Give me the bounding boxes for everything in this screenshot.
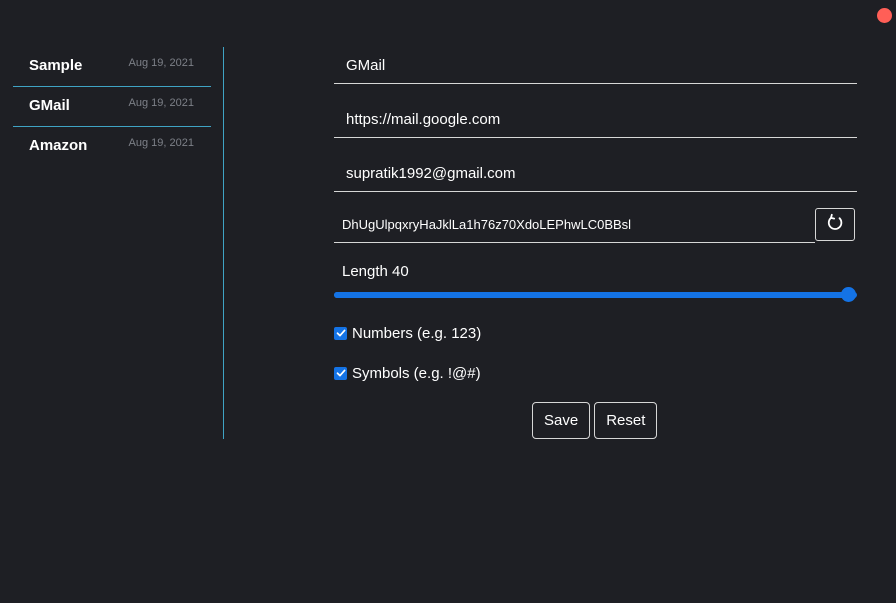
checkmark-icon (336, 329, 345, 337)
password-field-wrapper (334, 208, 815, 243)
save-button[interactable]: Save (532, 402, 591, 439)
password-field[interactable] (334, 208, 815, 241)
title-field[interactable] (334, 47, 857, 83)
title-field-wrapper (334, 47, 857, 84)
length-label: Length 40 (342, 263, 409, 280)
entry-list: Sample Aug 19, 2021 GMail Aug 19, 2021 A… (13, 47, 211, 166)
close-window-button[interactable] (877, 8, 892, 23)
username-field-wrapper (334, 155, 857, 192)
entry-form: Length 40 Numbers (e.g. 123) Symbols (e.… (334, 47, 857, 439)
symbols-checkbox[interactable] (334, 366, 347, 380)
regenerate-password-button[interactable] (815, 208, 855, 241)
length-slider[interactable] (334, 287, 857, 303)
symbols-label: Symbols (e.g. !@#) (352, 364, 481, 382)
url-field-wrapper (334, 101, 857, 138)
list-item[interactable]: Amazon Aug 19, 2021 (13, 127, 211, 166)
refresh-icon (825, 213, 845, 236)
form-actions: Save Reset (532, 402, 658, 439)
sidebar-divider (223, 47, 224, 439)
checkmark-icon (336, 369, 345, 377)
list-item[interactable]: Sample Aug 19, 2021 (13, 47, 211, 87)
username-field[interactable] (334, 155, 857, 191)
url-field[interactable] (334, 101, 857, 137)
entry-date: Aug 19, 2021 (128, 137, 194, 149)
password-row (334, 208, 857, 243)
entry-name: Sample (29, 57, 83, 74)
numbers-checkbox[interactable] (334, 326, 347, 340)
entry-name: Amazon (29, 137, 88, 154)
slider-fill (334, 292, 849, 298)
entry-date: Aug 19, 2021 (128, 57, 194, 69)
entry-date: Aug 19, 2021 (128, 97, 194, 109)
symbols-option: Symbols (e.g. !@#) (334, 363, 857, 383)
slider-thumb[interactable] (841, 287, 856, 302)
numbers-option: Numbers (e.g. 123) (334, 323, 857, 343)
numbers-label: Numbers (e.g. 123) (352, 324, 482, 342)
list-item[interactable]: GMail Aug 19, 2021 (13, 87, 211, 127)
reset-button[interactable]: Reset (594, 402, 658, 439)
entry-name: GMail (29, 97, 70, 114)
